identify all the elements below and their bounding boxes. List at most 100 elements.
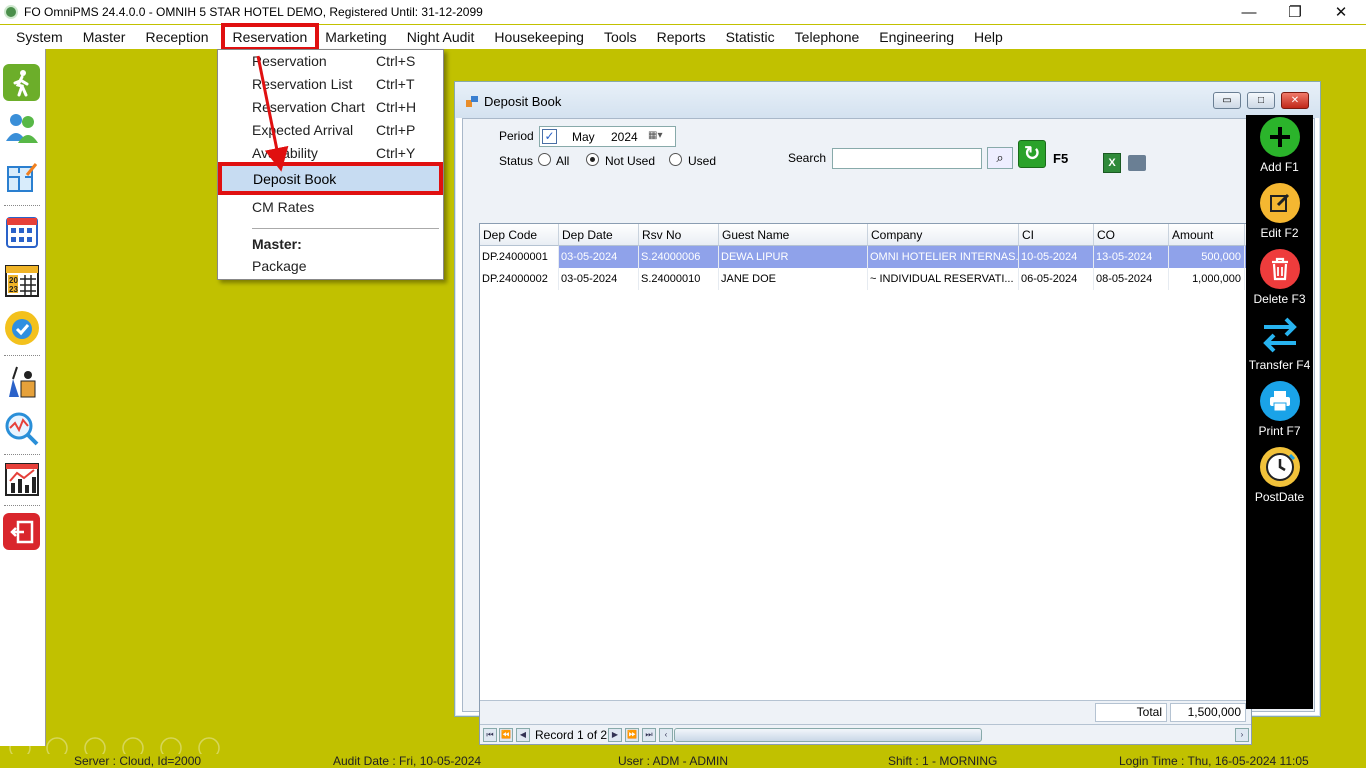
room-grid-icon[interactable] bbox=[3, 213, 40, 250]
last-page-icon[interactable]: ⏭ bbox=[642, 728, 656, 742]
deposit-book-titlebar: Deposit Book ▭ □ ✕ bbox=[455, 82, 1320, 118]
scroll-left-icon[interactable]: ‹ bbox=[659, 728, 673, 742]
cell-dep-date: 03-05-2024 bbox=[559, 246, 639, 268]
cell-company: ~ INDIVIDUAL RESERVATI... bbox=[868, 268, 1019, 290]
housekeeping-icon[interactable] bbox=[3, 363, 40, 400]
available-badge-icon[interactable] bbox=[3, 309, 40, 346]
dropdown-item-cm-rates[interactable]: CM Rates bbox=[252, 196, 314, 218]
delete-button[interactable]: Delete F3 bbox=[1246, 249, 1313, 306]
sidebar: 20 23 bbox=[0, 49, 46, 746]
dropdown-item-package[interactable]: Package bbox=[252, 255, 306, 277]
dropdown-item-reservation-chart[interactable]: Reservation Chart Ctrl+H bbox=[252, 96, 416, 118]
scroll-right-icon[interactable]: › bbox=[1235, 728, 1249, 742]
dropdown-item-expected-arrival[interactable]: Expected Arrival Ctrl+P bbox=[252, 119, 415, 141]
refresh-shortcut-label: F5 bbox=[1053, 151, 1069, 166]
walk-in-icon[interactable] bbox=[3, 64, 40, 101]
status-radio-not-used[interactable] bbox=[586, 153, 599, 166]
cell-ci: 10-05-2024 bbox=[1019, 246, 1094, 268]
search-label: Search bbox=[788, 151, 827, 165]
menu-statistic[interactable]: Statistic bbox=[716, 25, 785, 49]
menu-reception[interactable]: Reception bbox=[135, 25, 218, 49]
refresh-icon[interactable]: ↻ bbox=[1018, 140, 1046, 168]
column-header-dep-code[interactable]: Dep Code bbox=[480, 224, 559, 246]
column-header-guest-name[interactable]: Guest Name bbox=[719, 224, 868, 246]
prev-record-icon[interactable]: ◀ bbox=[516, 728, 530, 742]
menu-help[interactable]: Help bbox=[964, 25, 1013, 49]
next-page-icon[interactable]: ⏩ bbox=[625, 728, 639, 742]
column-header-rsv-no[interactable]: Rsv No bbox=[639, 224, 719, 246]
status-user: User : ADM - ADMIN bbox=[618, 754, 729, 768]
cell-rsv-no: S.24000010 bbox=[639, 268, 719, 290]
edit-button-label: Edit F2 bbox=[1260, 226, 1299, 240]
reports-chart-icon[interactable] bbox=[3, 460, 40, 497]
sidebar-divider bbox=[4, 454, 40, 455]
column-header-amount[interactable]: Amount bbox=[1169, 224, 1245, 246]
calendar-dropdown-icon[interactable]: ▦▾ bbox=[648, 130, 674, 144]
horizontal-scrollbar-thumb[interactable] bbox=[674, 728, 982, 742]
minimize-button[interactable]: — bbox=[1226, 0, 1272, 24]
menu-reservation[interactable]: Reservation bbox=[220, 23, 320, 51]
close-button[interactable]: ✕ bbox=[1318, 0, 1364, 24]
status-radio-used[interactable] bbox=[669, 153, 682, 166]
reservation-dropdown: Reservation Ctrl+S Reservation List Ctrl+T… bbox=[217, 49, 444, 280]
clock-icon bbox=[1259, 447, 1300, 487]
window-close-button[interactable]: ✕ bbox=[1281, 92, 1309, 109]
deposit-table: Dep Code Dep Date Rsv No Guest Name Comp… bbox=[479, 223, 1252, 745]
prev-page-icon[interactable]: ⏪ bbox=[499, 728, 513, 742]
table-row[interactable]: DP.24000001 03-05-2024 S.24000006 DEWA L… bbox=[480, 246, 1251, 268]
menu-housekeeping[interactable]: Housekeeping bbox=[484, 25, 594, 49]
cell-guest-name: JANE DOE bbox=[719, 268, 868, 290]
exit-icon[interactable] bbox=[3, 513, 40, 550]
guests-icon[interactable] bbox=[3, 109, 40, 146]
status-shift: Shift : 1 - MORNING bbox=[888, 754, 998, 768]
restore-button[interactable]: ❐ bbox=[1272, 0, 1318, 24]
menu-telephone[interactable]: Telephone bbox=[785, 25, 870, 49]
edit-button[interactable]: Edit F2 bbox=[1246, 183, 1313, 240]
postdate-button[interactable]: PostDate bbox=[1246, 447, 1313, 504]
column-header-ci[interactable]: CI bbox=[1019, 224, 1094, 246]
column-header-co[interactable]: CO bbox=[1094, 224, 1169, 246]
period-checkbox[interactable]: ✓ bbox=[542, 129, 557, 144]
dropdown-item-availability[interactable]: Availability Ctrl+Y bbox=[252, 142, 415, 164]
cell-company: OMNI HOTELIER INTERNAS... bbox=[868, 246, 1019, 268]
column-header-dep-date[interactable]: Dep Date bbox=[559, 224, 639, 246]
window-minimize-button[interactable]: ▭ bbox=[1213, 92, 1241, 109]
column-header-company[interactable]: Company bbox=[868, 224, 1019, 246]
print-button[interactable]: Print F7 bbox=[1246, 381, 1313, 438]
search-icon[interactable]: ⌕ bbox=[987, 147, 1013, 169]
window-app-icon bbox=[466, 96, 478, 107]
table-row[interactable]: DP.24000002 03-05-2024 S.24000010 JANE D… bbox=[480, 268, 1251, 290]
status-radio-all[interactable] bbox=[538, 153, 551, 166]
menu-bar: System Master Reception Reservation Mark… bbox=[0, 23, 1366, 51]
dropdown-item-reservation-list[interactable]: Reservation List Ctrl+T bbox=[252, 73, 415, 95]
printer-icon[interactable] bbox=[1128, 155, 1146, 171]
status-not-used-label: Not Used bbox=[605, 154, 656, 168]
dropdown-item-reservation[interactable]: Reservation Ctrl+S bbox=[252, 50, 415, 72]
transfer-button[interactable]: Transfer F4 bbox=[1246, 315, 1313, 372]
menu-reports[interactable]: Reports bbox=[647, 25, 716, 49]
period-picker[interactable]: ✓ May 2024 ▦▾ bbox=[539, 126, 676, 147]
menu-system[interactable]: System bbox=[0, 25, 73, 49]
action-toolbar: Add F1 Edit F2 Delete F3 Transfer F4 Pri… bbox=[1246, 115, 1313, 709]
dropdown-master-header: Master: bbox=[252, 236, 302, 252]
cell-rsv-no: S.24000006 bbox=[639, 246, 719, 268]
window-maximize-button[interactable]: □ bbox=[1247, 92, 1275, 109]
menu-tools[interactable]: Tools bbox=[594, 25, 647, 49]
status-audit-date: Audit Date : Fri, 10-05-2024 bbox=[333, 754, 482, 768]
search-input[interactable] bbox=[832, 148, 982, 169]
menu-engineering[interactable]: Engineering bbox=[869, 25, 964, 49]
excel-export-icon[interactable]: X bbox=[1103, 153, 1121, 173]
first-page-icon[interactable]: ⏮ bbox=[483, 728, 497, 742]
menu-marketing[interactable]: Marketing bbox=[321, 25, 396, 49]
menu-master[interactable]: Master bbox=[73, 25, 136, 49]
analysis-search-icon[interactable] bbox=[3, 410, 40, 447]
next-record-icon[interactable]: ▶ bbox=[608, 728, 622, 742]
dropdown-item-deposit-book[interactable]: Deposit Book bbox=[218, 162, 443, 195]
floor-plan-icon[interactable] bbox=[3, 159, 40, 196]
delete-button-label: Delete F3 bbox=[1253, 292, 1306, 306]
calendar-2023-icon[interactable]: 20 23 bbox=[3, 261, 40, 298]
add-button[interactable]: Add F1 bbox=[1246, 117, 1313, 174]
transfer-button-label: Transfer F4 bbox=[1248, 358, 1311, 372]
menu-night-audit[interactable]: Night Audit bbox=[397, 25, 485, 49]
add-icon bbox=[1259, 117, 1300, 157]
